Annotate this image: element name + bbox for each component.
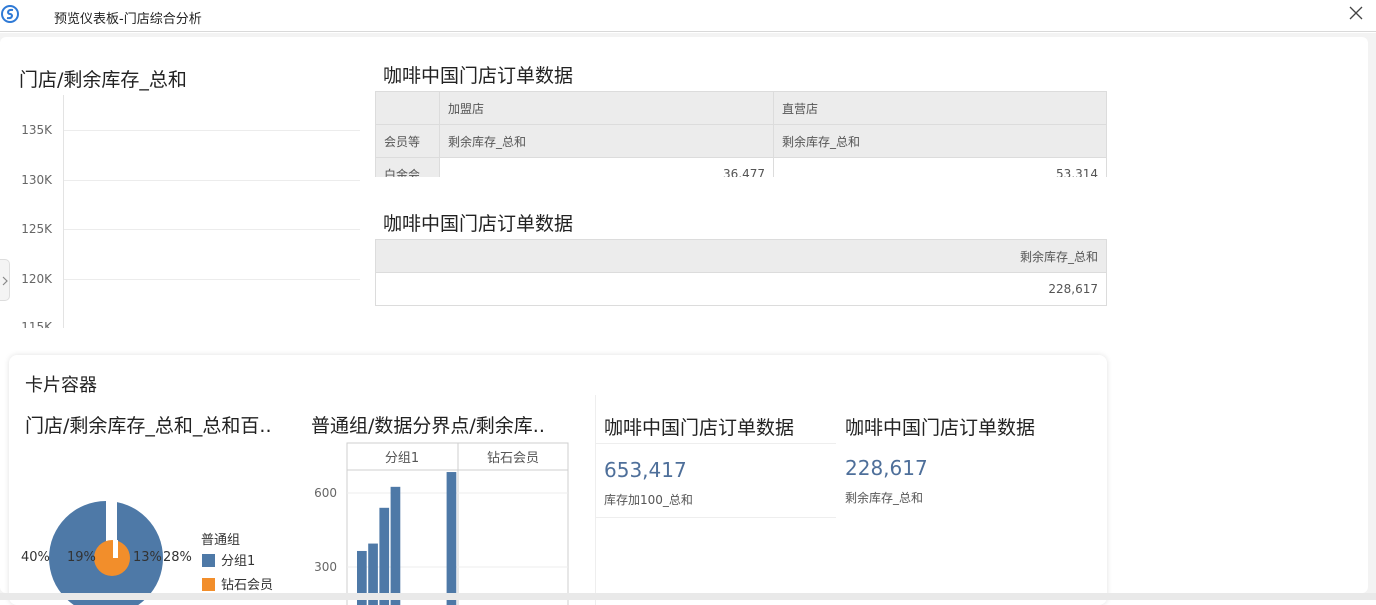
- dashboard-canvas: 门店/剩余库存_总和 135K 130K 125K 120K 115K 咖啡中国…: [0, 33, 1376, 605]
- kpi1-divider: [595, 443, 836, 444]
- title-bar: 预览仪表板-门店综合分析: [0, 0, 1376, 32]
- pivot1-measure-label: 剩余库存_总和: [773, 124, 1107, 158]
- table-row: 228,617: [375, 272, 1107, 306]
- kpi2-title: 咖啡中国门店订单数据: [845, 417, 1036, 439]
- pivot1-col-group: 加盟店: [439, 91, 774, 125]
- pivot2-table: 剩余库存_总和 228,617: [375, 239, 1107, 306]
- vertical-scrollbar[interactable]: [1368, 33, 1376, 600]
- pivot1-table: 加盟店 直营店 会员等 剩余库存_总和 剩余库存_总和 白金会 36,477 5…: [375, 91, 1107, 177]
- bar[interactable]: [379, 507, 390, 605]
- pivot2-title: 咖啡中国门店订单数据: [383, 213, 574, 235]
- chart-title-store-inventory: 门店/剩余库存_总和: [19, 69, 187, 91]
- horizontal-scrollbar[interactable]: [0, 593, 1376, 600]
- bar[interactable]: [446, 472, 457, 605]
- y-tick: 115K: [21, 320, 52, 328]
- pivot1-measure-label: 剩余库存_总和: [439, 124, 774, 158]
- chevron-right-icon: [2, 276, 8, 286]
- dashboard-surface: 门店/剩余库存_总和 135K 130K 125K 120K 115K 咖啡中国…: [0, 37, 1368, 605]
- gridline: [64, 180, 360, 181]
- facet-label: 分组1: [385, 451, 419, 466]
- gridline: [64, 130, 360, 131]
- kpi1-title: 咖啡中国门店订单数据: [604, 417, 795, 439]
- y-tick: 135K: [21, 123, 52, 137]
- bar-chart: 分组1 钻石会员: [346, 442, 569, 605]
- table-row: 白金会 36,477 53,314: [375, 157, 1107, 177]
- kpi2-label: 剩余库存_总和: [845, 491, 924, 505]
- y-tick: 130K: [21, 173, 52, 187]
- facet-label: 钻石会员: [487, 451, 539, 466]
- card-container: 卡片容器 门店/剩余库存_总和_总和百.. 40% 19% 13% 28% 普通…: [9, 355, 1107, 605]
- app-logo-icon: [1, 5, 19, 23]
- bar[interactable]: [390, 486, 401, 605]
- pivot1-cell: 36,477: [439, 157, 774, 177]
- pivot2-header: 剩余库存_总和: [375, 239, 1107, 273]
- kpi1-value: 653,417: [604, 458, 687, 482]
- pivot1-row-label: 白金会: [375, 157, 440, 177]
- y-tick: 125K: [21, 222, 52, 236]
- y-tick: 120K: [21, 272, 52, 286]
- gridline: [64, 279, 360, 280]
- kpi2-value: 228,617: [845, 456, 928, 480]
- pivot1-viewport[interactable]: 加盟店 直营店 会员等 剩余库存_总和 剩余库存_总和 白金会 36,477 5…: [375, 91, 1107, 177]
- gridline: [64, 229, 360, 230]
- y-axis-line: [63, 95, 64, 328]
- bar-marks: [357, 472, 457, 605]
- window-title: 预览仪表板-门店综合分析: [54, 12, 202, 27]
- kpi1-bottom-divider: [595, 517, 836, 518]
- pivot1-title: 咖啡中国门店订单数据: [383, 65, 574, 87]
- pivot2-cell: 228,617: [375, 272, 1107, 306]
- close-icon[interactable]: [1348, 5, 1364, 21]
- side-panel-toggle[interactable]: [0, 259, 10, 301]
- pivot1-cell: 53,314: [773, 157, 1107, 177]
- kpi1-label: 库存加100_总和: [604, 493, 693, 507]
- pivot1-corner: [375, 91, 440, 125]
- pivot1-col-group: 直营店: [773, 91, 1107, 125]
- pivot1-row-header: 会员等: [375, 124, 440, 158]
